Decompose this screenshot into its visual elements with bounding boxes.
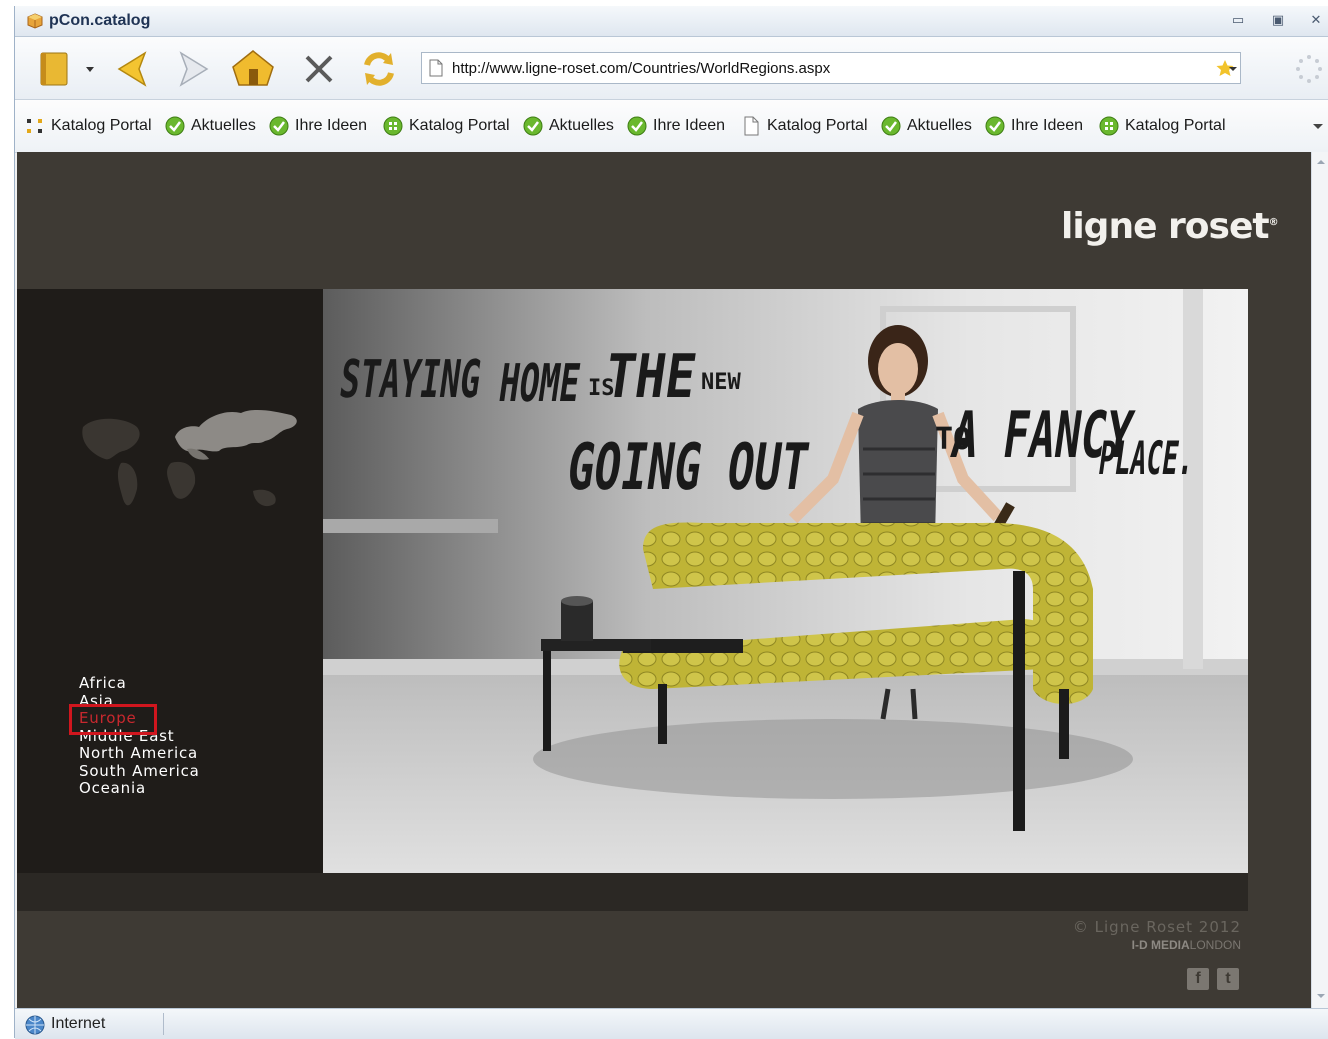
refresh-icon[interactable]: [357, 47, 401, 91]
stop-icon[interactable]: [297, 47, 341, 91]
region-link-africa[interactable]: Africa: [79, 674, 200, 693]
favorite-label: Aktuelles: [549, 117, 614, 134]
green-check-icon: [165, 116, 185, 136]
selection-highlight-box: [69, 704, 157, 735]
status-bar: Internet: [15, 1008, 1328, 1039]
pcon-cube-icon: [27, 13, 43, 29]
region-link-oceania[interactable]: Oceania: [79, 779, 200, 798]
favorite-link[interactable]: Aktuelles: [523, 115, 614, 137]
favorite-label: Ihre Ideen: [295, 117, 368, 134]
agency-credit[interactable]: I-D MEDIALONDON: [1132, 938, 1241, 952]
page-icon: [744, 116, 759, 136]
favorite-label: Ihre Ideen: [1011, 117, 1084, 134]
hero-text-home: HOME: [495, 354, 583, 414]
portal-dots-icon: [27, 119, 42, 133]
green-grid-icon: [1099, 116, 1119, 136]
green-check-icon: [269, 116, 289, 136]
region-list: Africa Asia Europe Middle East North Ame…: [79, 674, 200, 798]
home-icon[interactable]: [231, 47, 275, 91]
favorite-label: Aktuelles: [907, 117, 972, 134]
twitter-icon[interactable]: t: [1217, 968, 1239, 990]
chevron-down-icon[interactable]: [1311, 118, 1325, 134]
internet-globe-icon: [25, 1015, 45, 1035]
green-check-icon: [985, 116, 1005, 136]
favorite-link[interactable]: Ihre Ideen: [269, 115, 367, 137]
brand-logo[interactable]: ligne roset®: [1061, 206, 1279, 247]
restore-button[interactable]: ▣: [1269, 13, 1287, 29]
hero-text-going-out: GOING OUT: [563, 430, 813, 505]
facebook-icon[interactable]: f: [1187, 968, 1209, 990]
favorite-link[interactable]: Ihre Ideen: [627, 115, 725, 137]
favorite-label: Katalog Portal: [767, 117, 868, 134]
green-grid-icon: [383, 116, 403, 136]
favorite-link[interactable]: Katalog Portal: [1099, 115, 1226, 137]
url-input[interactable]: [452, 53, 1212, 83]
region-link-north-america[interactable]: North America: [79, 744, 200, 763]
favorite-label: Ihre Ideen: [653, 117, 726, 134]
favorite-label: Aktuelles: [191, 117, 256, 134]
window-title: pCon.catalog: [49, 12, 151, 29]
hero-text-new: NEW: [701, 370, 741, 395]
back-icon[interactable]: [111, 47, 155, 91]
navigation-toolbar: [15, 37, 1328, 100]
minimize-button[interactable]: ▭: [1229, 13, 1247, 29]
catalog-book-icon[interactable]: [35, 47, 79, 91]
region-panel: Africa Asia Europe Middle East North Ame…: [17, 289, 323, 873]
hero-text-the: THE: [601, 342, 701, 412]
address-dropdown-icon[interactable]: [1226, 53, 1240, 83]
hero-banner-image[interactable]: STAYING HOME IS THE NEW GOING OUT TO A F…: [323, 289, 1248, 873]
world-map-image[interactable]: [75, 401, 305, 521]
web-page: ligne roset® Africa Asia Europe Middle E…: [17, 152, 1311, 1008]
dropdown-arrow-icon[interactable]: [81, 47, 99, 91]
green-check-icon: [627, 116, 647, 136]
favorites-bar: Katalog Portal Aktuelles Ihre Ideen Kata…: [15, 100, 1328, 153]
security-zone-label: Internet: [51, 1015, 106, 1032]
vertical-scrollbar[interactable]: [1311, 152, 1328, 1008]
hero-text-place: PLACE.: [1095, 431, 1198, 485]
scroll-down-arrow-icon[interactable]: [1314, 990, 1328, 1002]
favorite-link[interactable]: Katalog Portal: [741, 115, 868, 137]
forward-icon[interactable]: [171, 47, 215, 91]
green-check-icon: [881, 116, 901, 136]
page-icon: [429, 59, 443, 77]
copyright-text: © Ligne Roset 2012: [1072, 918, 1241, 936]
favorite-link[interactable]: Katalog Portal: [383, 115, 510, 137]
browser-window: pCon.catalog ▭ ▣ ✕ http://www.ligne-rose…: [14, 6, 1328, 1039]
footer-band: [17, 873, 1248, 911]
favorite-label: Katalog Portal: [1125, 117, 1226, 134]
hero-text-staying: STAYING: [336, 350, 484, 410]
favorite-label: Katalog Portal: [409, 117, 510, 134]
address-bar: [421, 52, 1241, 84]
loading-spinner-icon: [1296, 55, 1322, 83]
favorite-link[interactable]: Katalog Portal: [25, 115, 152, 137]
region-link-south-america[interactable]: South America: [79, 762, 200, 781]
favorite-link[interactable]: Aktuelles: [165, 115, 256, 137]
green-check-icon: [523, 116, 543, 136]
favorite-label: Katalog Portal: [51, 117, 152, 134]
favorite-link[interactable]: Aktuelles: [881, 115, 972, 137]
title-bar: pCon.catalog ▭ ▣ ✕: [15, 6, 1328, 37]
close-button[interactable]: ✕: [1307, 13, 1325, 29]
favorite-link[interactable]: Ihre Ideen: [985, 115, 1083, 137]
status-divider: [163, 1013, 164, 1035]
scroll-up-arrow-icon[interactable]: [1314, 156, 1328, 168]
